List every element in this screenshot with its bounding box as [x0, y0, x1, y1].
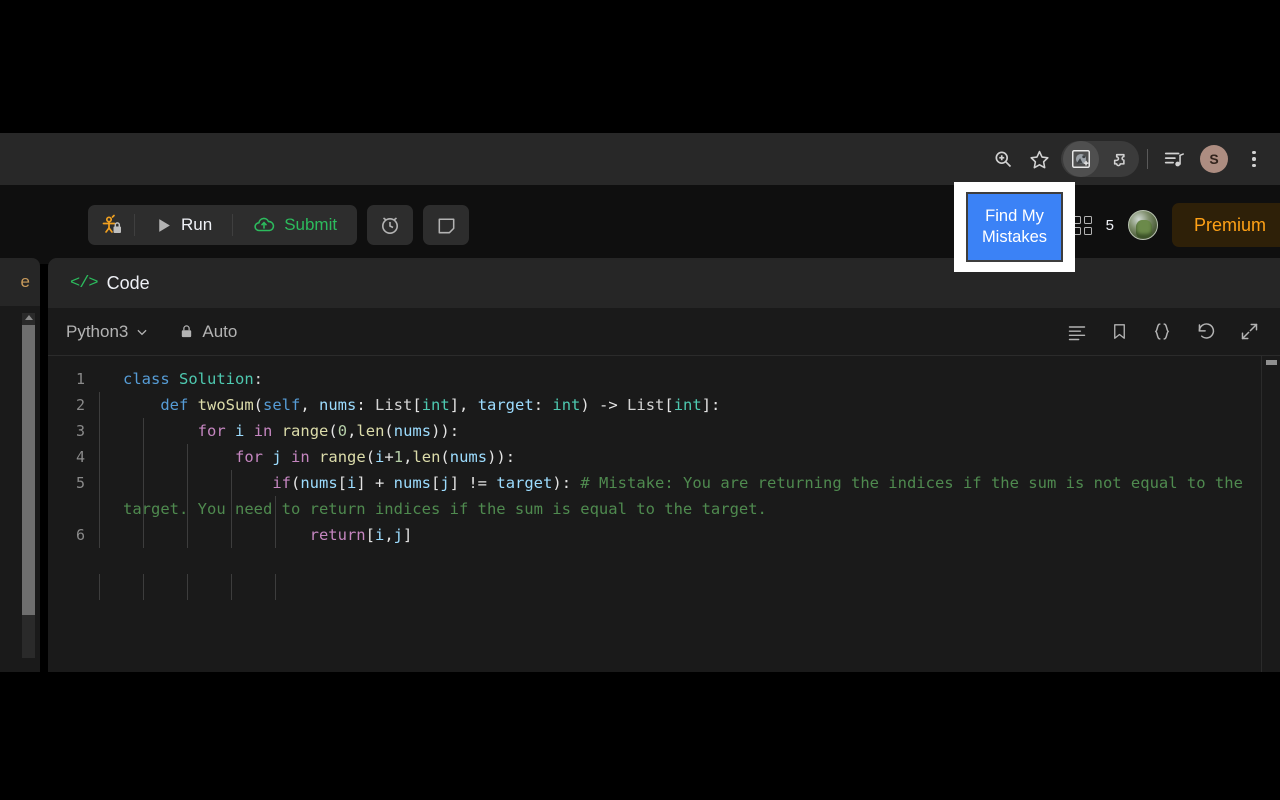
submit-button[interactable]: Submit — [233, 205, 357, 245]
line-number: 4 — [75, 448, 85, 466]
screen-root: S Run Submit 5 Premium e </> Code Python… — [0, 0, 1280, 800]
code-panel: </> Code Python3 Auto 1 class Solution: … — [48, 258, 1280, 672]
alarm-clock-icon — [382, 217, 399, 234]
run-button-label: Run — [181, 215, 213, 234]
code-line: 5 if(nums[i] + nums[j] != target): # Mis… — [48, 470, 1280, 522]
toolbar-divider — [1147, 149, 1148, 169]
reset-undo-icon[interactable] — [1195, 321, 1217, 342]
chrome-profile-avatar[interactable]: S — [1200, 145, 1228, 173]
line-content[interactable]: if(nums[i] + nums[j] != target): # Mista… — [95, 470, 1280, 522]
chrome-menu-icon[interactable] — [1236, 141, 1272, 177]
premium-label: Premium — [1193, 214, 1266, 235]
app-navigation-bar: Run Submit 5 Premium — [0, 185, 1280, 264]
nav-right-cluster: 5 Premium — [1072, 203, 1280, 247]
sticky-note-icon — [438, 218, 455, 233]
code-editor[interactable]: 1 class Solution: 2 def twoSum(self, num… — [48, 356, 1280, 672]
left-panel-scrollbar-thumb[interactable] — [22, 325, 35, 615]
extension-active-icon[interactable] — [1063, 141, 1099, 177]
line-content[interactable]: return[i,j] — [95, 522, 1280, 548]
code-toolbar: Python3 Auto — [48, 308, 1280, 356]
chevron-down-icon — [137, 329, 147, 335]
line-content[interactable]: class Solution: — [95, 366, 1280, 392]
auto-label: Auto — [202, 321, 238, 341]
find-my-mistakes-line1: Find My — [985, 207, 1044, 225]
streak-count: 5 — [1105, 216, 1114, 234]
extension-pill — [1061, 141, 1139, 177]
editor-action-buttons: Run Submit — [88, 205, 470, 245]
run-submit-group: Run Submit — [88, 205, 358, 245]
left-panel-tab-label: e — [20, 272, 30, 291]
language-selector[interactable]: Python3 — [66, 322, 149, 342]
code-line: 2 def twoSum(self, nums: List[int], targ… — [48, 392, 1280, 418]
code-panel-header: </> Code — [48, 258, 1280, 308]
timer-button[interactable] — [367, 205, 414, 245]
play-icon — [159, 218, 170, 232]
code-line: 6 return[i,j] — [48, 522, 1280, 548]
code-line: 3 for i in range(0,len(nums)): — [48, 418, 1280, 444]
scroll-up-arrow-icon[interactable] — [24, 315, 33, 320]
apps-grid-icon[interactable] — [1072, 215, 1092, 235]
code-tag-icon: </> — [70, 273, 99, 293]
line-number: 6 — [75, 526, 85, 544]
language-label: Python3 — [66, 321, 129, 341]
left-panel-scrollbar[interactable] — [22, 313, 35, 658]
editor-scrollbar[interactable] — [1266, 360, 1277, 666]
cloud-upload-icon — [254, 217, 275, 232]
lock-icon — [182, 325, 192, 338]
line-content[interactable]: def twoSum(self, nums: List[int], target… — [95, 392, 1280, 418]
line-number: 2 — [75, 396, 85, 414]
extensions-puzzle-icon[interactable] — [1101, 141, 1137, 177]
bookmark-icon[interactable] — [1110, 321, 1129, 342]
code-toolbar-icons — [1066, 321, 1260, 342]
code-line: 4 for j in range(i+1,len(nums)): — [48, 444, 1280, 470]
code-panel-title: Code — [106, 272, 150, 293]
code-line: 1 class Solution: — [48, 366, 1280, 392]
line-content[interactable]: for j in range(i+1,len(nums)): — [95, 444, 1280, 470]
editor-right-border — [1261, 356, 1262, 672]
editor-scrollbar-thumb[interactable] — [1266, 360, 1277, 365]
media-playlist-icon[interactable] — [1156, 141, 1192, 177]
left-panel-tab[interactable]: e — [0, 258, 40, 306]
user-avatar[interactable] — [1127, 210, 1158, 240]
note-button[interactable] — [423, 205, 470, 245]
zoom-icon[interactable] — [985, 141, 1021, 177]
browser-toolbar: S — [0, 133, 1280, 185]
line-content[interactable]: for i in range(0,len(nums)): — [95, 418, 1280, 444]
debug-lock-icon[interactable] — [88, 205, 134, 245]
premium-button[interactable]: Premium — [1171, 203, 1280, 247]
format-braces-icon[interactable] — [1151, 321, 1173, 342]
run-button[interactable]: Run — [135, 205, 232, 245]
find-my-mistakes-button[interactable]: Find My Mistakes — [966, 192, 1063, 262]
line-number: 1 — [75, 370, 85, 388]
line-number: 5 — [75, 474, 85, 492]
notes-icon[interactable] — [1066, 322, 1088, 342]
bookmark-star-icon[interactable] — [1021, 141, 1057, 177]
expand-fullscreen-icon[interactable] — [1239, 321, 1260, 342]
line-number: 3 — [75, 422, 85, 440]
find-my-mistakes-line2: Mistakes — [981, 228, 1048, 246]
auto-toggle[interactable]: Auto — [179, 322, 237, 342]
submit-button-label: Submit — [284, 215, 338, 234]
